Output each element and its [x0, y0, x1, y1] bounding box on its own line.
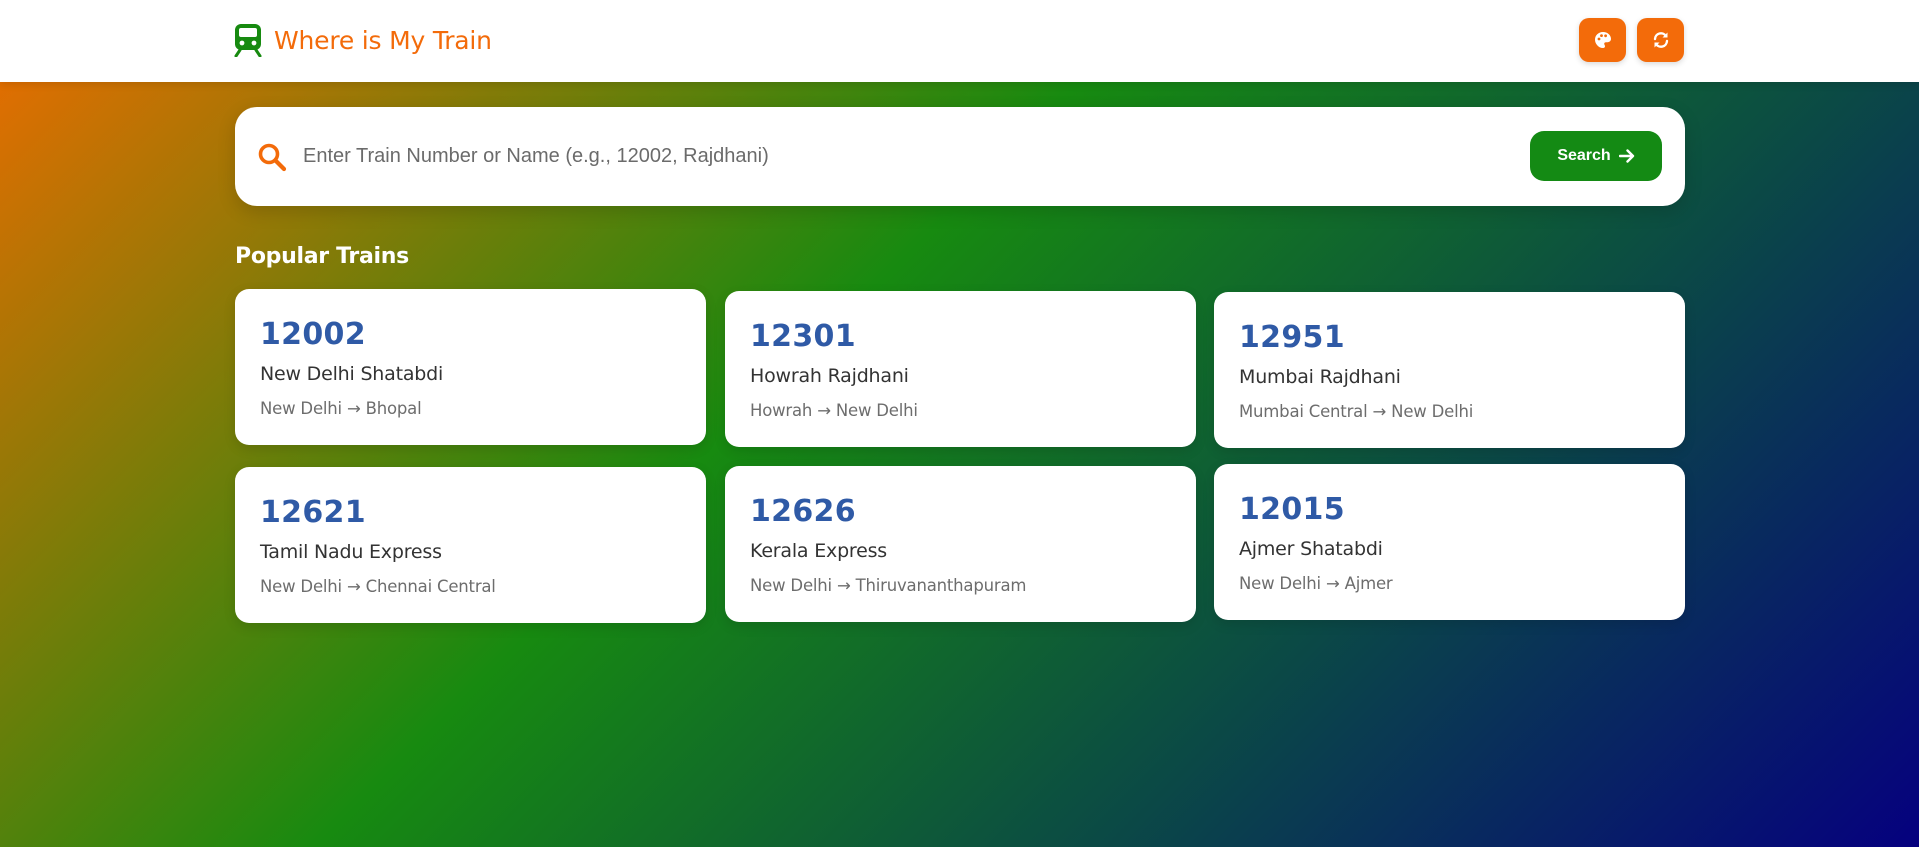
train-name: Ajmer Shatabdi [1239, 538, 1383, 560]
train-card[interactable]: 12626 Kerala Express New Delhi → Thiruva… [725, 466, 1196, 622]
train-route: New Delhi → Bhopal [260, 399, 422, 418]
arrow-right-icon [1618, 149, 1634, 163]
train-card[interactable]: 12002 New Delhi Shatabdi New Delhi → Bho… [235, 289, 706, 445]
train-number: 12626 [750, 494, 856, 529]
train-number: 12002 [260, 317, 366, 352]
search-button-label: Search [1557, 147, 1611, 164]
refresh-button[interactable] [1637, 18, 1684, 62]
train-route: New Delhi → Ajmer [1239, 574, 1393, 593]
train-route: New Delhi → Thiruvananthapuram [750, 576, 1027, 595]
search-bar: Search [235, 107, 1685, 206]
palette-icon [1594, 32, 1611, 48]
train-route: New Delhi → Chennai Central [260, 577, 496, 596]
train-number: 12301 [750, 319, 856, 354]
app-title: Where is My Train [274, 25, 492, 55]
train-number: 12621 [260, 495, 366, 530]
train-name: New Delhi Shatabdi [260, 363, 444, 385]
train-route: Howrah → New Delhi [750, 401, 918, 420]
app-header: Where is My Train [0, 0, 1919, 82]
train-name: Mumbai Rajdhani [1239, 366, 1401, 388]
refresh-icon [1653, 32, 1668, 48]
train-card[interactable]: 12951 Mumbai Rajdhani Mumbai Central → N… [1214, 292, 1685, 448]
train-number: 12015 [1239, 492, 1345, 527]
train-number: 12951 [1239, 320, 1345, 355]
theme-button[interactable] [1579, 18, 1626, 62]
search-button[interactable]: Search [1530, 131, 1662, 181]
train-route: Mumbai Central → New Delhi [1239, 402, 1474, 421]
popular-trains-heading: Popular Trains [235, 244, 409, 269]
train-card[interactable]: 12621 Tamil Nadu Express New Delhi → Che… [235, 467, 706, 623]
train-card[interactable]: 12015 Ajmer Shatabdi New Delhi → Ajmer [1214, 464, 1685, 620]
train-icon [234, 24, 262, 57]
search-icon [258, 143, 287, 172]
brand[interactable]: Where is My Train [234, 22, 492, 58]
train-name: Tamil Nadu Express [260, 541, 442, 563]
train-name: Kerala Express [750, 540, 888, 562]
train-name: Howrah Rajdhani [750, 365, 909, 387]
search-input[interactable] [303, 135, 1403, 177]
train-card[interactable]: 12301 Howrah Rajdhani Howrah → New Delhi [725, 291, 1196, 447]
